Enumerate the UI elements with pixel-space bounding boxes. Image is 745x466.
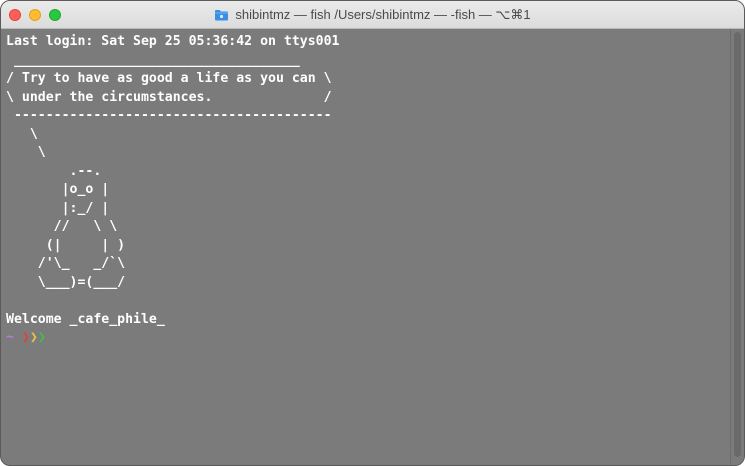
window-title: shibintmz — fish /Users/shibintmz — -fis… (235, 7, 531, 22)
scrollbar-thumb[interactable] (734, 32, 741, 457)
window-title-group: shibintmz — fish /Users/shibintmz — -fis… (1, 1, 744, 29)
tux-ascii-line: /'\_ _/`\ (6, 256, 126, 271)
cowsay-line: / Try to have as good a life as you can … (6, 71, 332, 86)
tux-ascii-line: |o_o | (6, 182, 110, 197)
prompt-arrow-icon: ❯ (29, 330, 38, 345)
cowsay-line: \ (6, 145, 46, 160)
cowsay-line: ---------------------------------------- (6, 108, 332, 123)
tux-ascii-line: (| | ) (6, 237, 126, 253)
tux-ascii-line: // \ \ (6, 219, 118, 234)
shell-prompt[interactable]: ~ ❯ ❯ ❯ (6, 329, 730, 348)
prompt-cwd: ~ (6, 330, 14, 345)
terminal-window: shibintmz — fish /Users/shibintmz — -fis… (0, 0, 745, 466)
folder-icon (214, 9, 229, 21)
title-bar[interactable]: shibintmz — fish /Users/shibintmz — -fis… (1, 1, 744, 29)
prompt-arrow-icon: ❯ (37, 330, 46, 345)
cowsay-line: \ (6, 126, 38, 142)
cowsay-line: ____________________________________ (6, 52, 300, 68)
tux-ascii-line: \___)=(___/ (6, 274, 126, 290)
terminal-content[interactable]: Last login: Sat Sep 25 05:36:42 on ttys0… (1, 29, 730, 465)
cowsay-line: \ under the circumstances. / (6, 89, 332, 105)
text-cursor (46, 331, 48, 345)
tux-ascii-line: .--. (6, 163, 102, 179)
vertical-scrollbar[interactable] (730, 29, 744, 465)
welcome-line: Welcome _cafe_phile_ (6, 311, 165, 327)
tux-ascii-line: |:_/ | (6, 200, 110, 216)
prompt-arrow-icon: ❯ (21, 330, 30, 345)
last-login-line: Last login: Sat Sep 25 05:36:42 on ttys0… (6, 34, 340, 49)
